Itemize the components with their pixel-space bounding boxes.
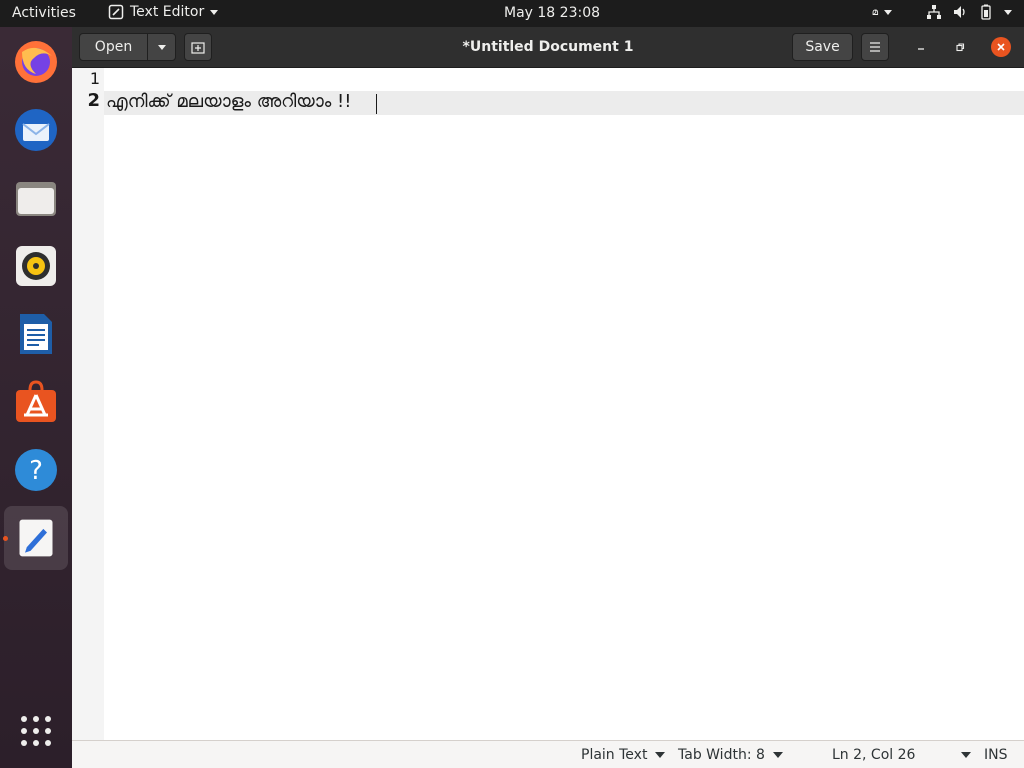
- firefox-icon: [15, 41, 57, 83]
- chevron-down-icon: [655, 752, 666, 758]
- document-icon: [20, 314, 52, 354]
- minimize-button[interactable]: [911, 37, 931, 57]
- chevron-down-icon: [961, 752, 972, 758]
- dock-files[interactable]: [4, 166, 68, 230]
- system-tray[interactable]: മ: [872, 4, 1012, 20]
- dock-thunderbird[interactable]: [4, 98, 68, 162]
- speaker-icon: [16, 246, 56, 286]
- store-bag-icon: [16, 380, 56, 422]
- cursor-position-label: Ln 2, Col 26: [832, 747, 916, 763]
- dock-rhythmbox[interactable]: [4, 234, 68, 298]
- language-selector[interactable]: Plain Text: [581, 747, 666, 763]
- text-editor-icon: [108, 4, 124, 20]
- line-number-current: 2: [87, 90, 100, 111]
- dock-libreoffice-writer[interactable]: [4, 302, 68, 366]
- show-applications-button[interactable]: [4, 699, 68, 763]
- maximize-button[interactable]: [950, 37, 970, 57]
- save-button[interactable]: Save: [792, 33, 853, 61]
- network-icon: [927, 5, 941, 19]
- chevron-down-icon: [772, 752, 783, 758]
- editor-line-2[interactable]: എനിക്ക് മലയാളം അറിയാം !!: [106, 91, 351, 112]
- line-number-gutter: 1 2: [72, 68, 104, 740]
- language-label: Plain Text: [581, 747, 648, 763]
- dock-text-editor[interactable]: [4, 506, 68, 570]
- insert-mode-indicator[interactable]: INS: [984, 747, 1008, 763]
- dock-software[interactable]: [4, 370, 68, 434]
- app-menu[interactable]: Text Editor: [108, 4, 219, 20]
- close-button[interactable]: [991, 37, 1011, 57]
- app-menu-label: Text Editor: [130, 4, 205, 20]
- running-indicator: [3, 536, 8, 541]
- restore-icon: [956, 43, 965, 52]
- text-cursor: [376, 94, 377, 114]
- line-number: 1: [89, 69, 100, 88]
- dock: ?: [0, 27, 72, 768]
- folder-icon: [16, 182, 56, 216]
- clock[interactable]: May 18 23:08: [504, 5, 600, 21]
- tab-width-selector[interactable]: Tab Width: 8: [678, 747, 783, 763]
- input-method-label: മ: [871, 6, 878, 18]
- battery-icon: [981, 4, 991, 20]
- top-bar: Activities Text Editor May 18 23:08 മ: [0, 0, 1024, 27]
- text-editor-icon: [19, 519, 53, 557]
- chevron-down-icon: [1004, 9, 1012, 15]
- minimize-icon: [918, 48, 924, 50]
- svg-text:?: ?: [29, 456, 43, 486]
- help-icon: ?: [15, 449, 57, 491]
- app-grid-icon: [21, 716, 51, 746]
- activities-button[interactable]: Activities: [12, 5, 76, 21]
- main-menu-button[interactable]: [861, 33, 889, 61]
- status-bar: Plain Text Tab Width: 8 Ln 2, Col 26 INS: [72, 740, 1024, 768]
- thunderbird-icon: [15, 109, 57, 151]
- close-icon: [997, 43, 1005, 51]
- tab-width-label: Tab Width: 8: [678, 747, 765, 763]
- chevron-down-icon: [210, 9, 219, 15]
- text-editor-window: Open *Untitled Document 1 Save 1 2 എനിക്…: [72, 27, 1024, 768]
- hamburger-menu-icon: [870, 42, 880, 52]
- dock-firefox[interactable]: [4, 30, 68, 94]
- header-bar: Open *Untitled Document 1 Save: [72, 27, 1024, 68]
- input-method-indicator[interactable]: മ: [872, 7, 892, 18]
- cursor-position-selector[interactable]: Ln 2, Col 26: [832, 747, 972, 763]
- dock-help[interactable]: ?: [4, 438, 68, 502]
- volume-icon: [954, 6, 965, 18]
- chevron-down-icon: [884, 9, 892, 15]
